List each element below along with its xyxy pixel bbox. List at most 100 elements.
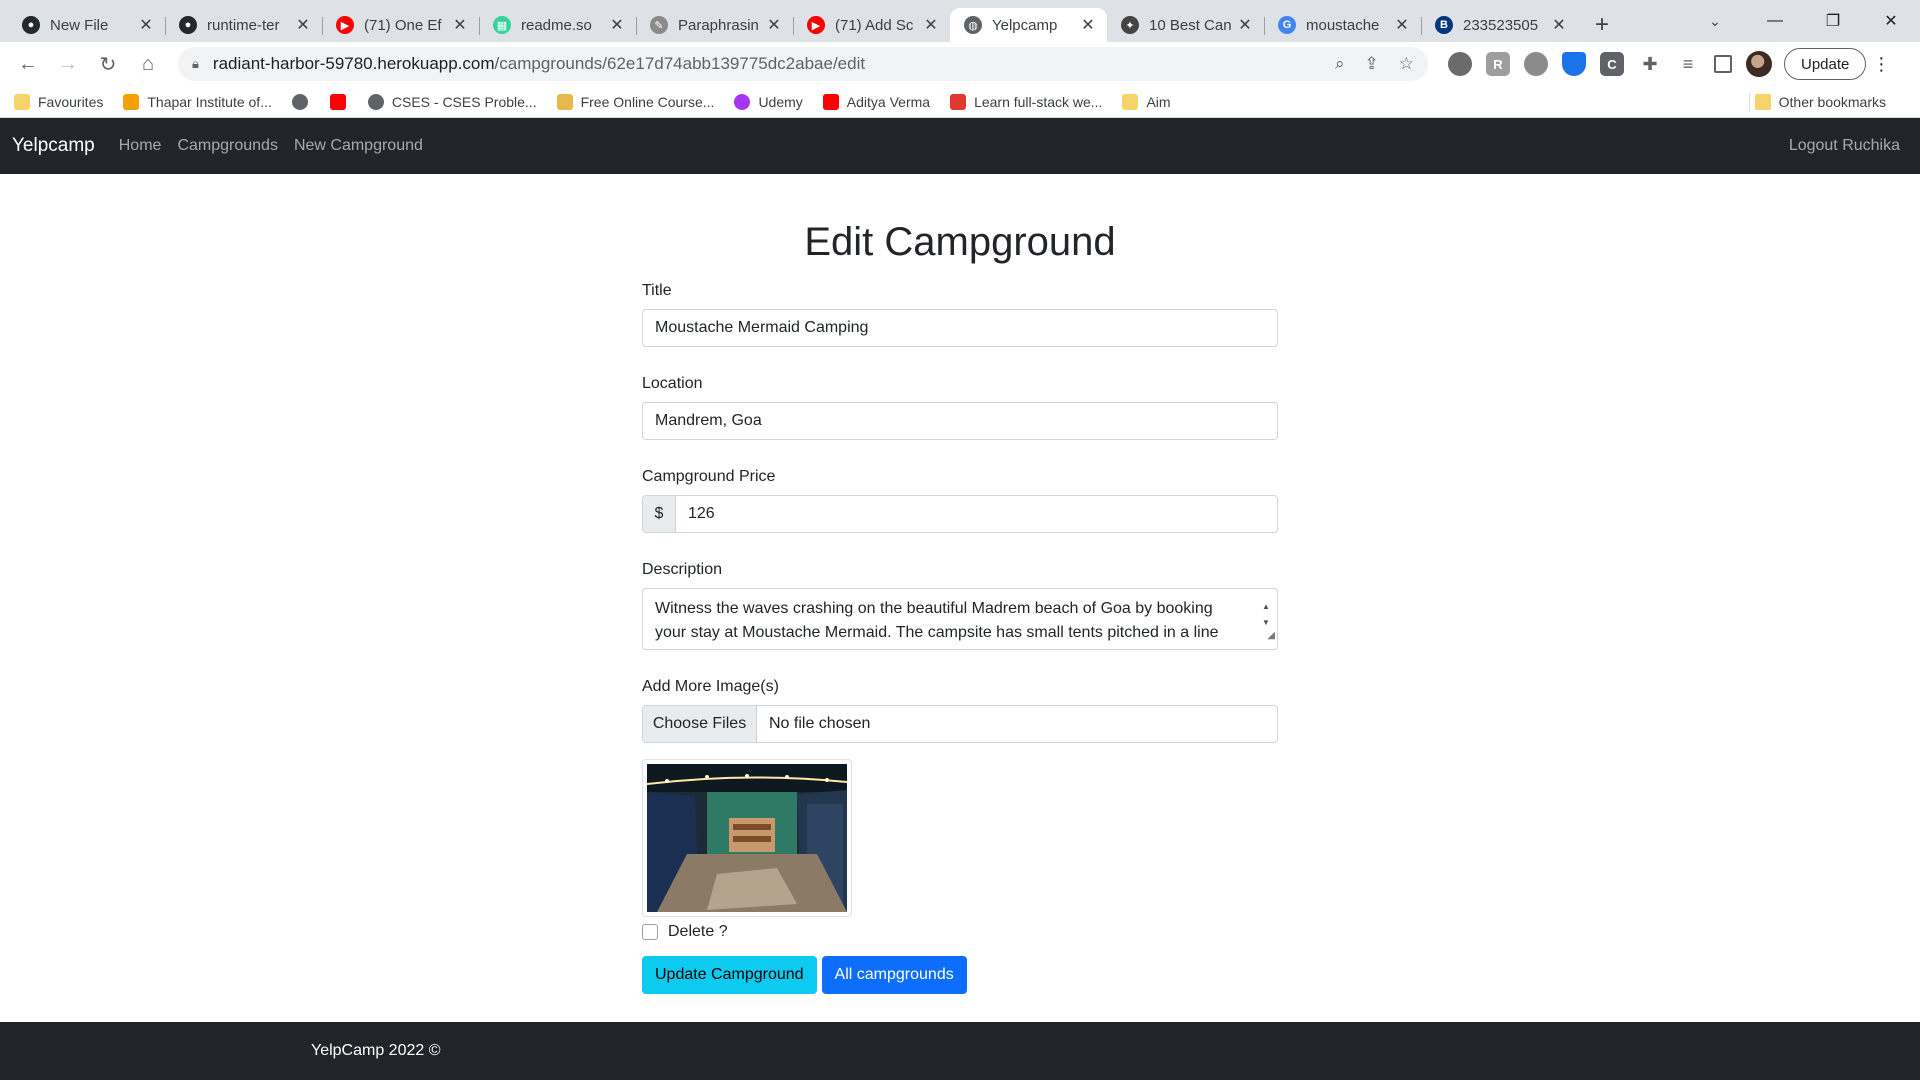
window-controls: — ❐ ✕	[1746, 0, 1920, 42]
reload-button[interactable]: ↻	[90, 46, 126, 82]
url-host: radiant-harbor-59780.herokuapp.com	[212, 54, 495, 73]
resize-handle-icon[interactable]: ◢	[1267, 624, 1275, 648]
close-tab-icon[interactable]: ✕	[1550, 15, 1568, 35]
tab-title: New File	[50, 16, 109, 34]
browser-tab[interactable]: ✦ 10 Best Can ✕	[1107, 8, 1264, 42]
bookmark-label: Aim	[1146, 93, 1171, 110]
site-footer: YelpCamp 2022 ©	[0, 1022, 1920, 1080]
close-tab-icon[interactable]: ✕	[922, 15, 940, 35]
github-icon: ●	[22, 16, 40, 34]
tab-list: ● New File ✕ ● runtime-ter ✕ ▶ (71) One Ef ✕ ▦ rea…	[8, 8, 1578, 42]
bookmark-item[interactable]	[291, 93, 316, 110]
extension-icon[interactable]: R	[1486, 52, 1510, 76]
close-tab-icon[interactable]: ✕	[1393, 15, 1411, 35]
close-tab-icon[interactable]: ✕	[608, 15, 626, 35]
bookmark-label: CSES - CSES Proble...	[391, 93, 537, 110]
update-campground-button[interactable]: Update Campground	[642, 956, 817, 994]
chrome-update-button[interactable]: Update	[1784, 48, 1867, 80]
all-campgrounds-button[interactable]: All campgrounds	[821, 956, 967, 994]
bookmark-item[interactable]: Thapar Institute of...	[123, 93, 272, 110]
site-icon: ✦	[1121, 16, 1139, 34]
star-icon[interactable]: ☆	[1399, 54, 1414, 74]
forward-button[interactable]: →	[50, 46, 86, 82]
thapar-icon	[123, 93, 140, 110]
shield-extension-icon[interactable]	[1562, 52, 1586, 76]
bookmark-item[interactable]: Free Online Course...	[556, 93, 714, 110]
brand-link[interactable]: Yelpcamp	[12, 135, 95, 157]
bookmarks-divider	[1749, 93, 1750, 111]
browser-tab[interactable]: ▶ (71) One Ef ✕	[322, 8, 479, 42]
youtube-icon	[822, 93, 839, 110]
bookmark-item[interactable]: Udemy	[734, 93, 803, 110]
menu-icon[interactable]: ⋮	[1872, 54, 1890, 75]
readme-icon: ▦	[493, 16, 511, 34]
home-button[interactable]: ⌂	[130, 46, 166, 82]
bookmark-item[interactable]	[329, 93, 354, 110]
back-button[interactable]: ←	[10, 46, 46, 82]
other-bookmarks-label: Other bookmarks	[1778, 94, 1886, 110]
bookmark-label: Favourites	[38, 93, 104, 110]
close-tab-icon[interactable]: ✕	[1079, 15, 1097, 35]
nav-new-campground[interactable]: New Campground	[294, 137, 423, 155]
extension-icon[interactable]	[1448, 52, 1472, 76]
puzzle-icon[interactable]: ✚	[1638, 52, 1662, 76]
nav-home[interactable]: Home	[119, 137, 162, 155]
description-group: Description Witness the waves crashing o…	[642, 561, 1278, 650]
close-tab-icon[interactable]: ✕	[1236, 15, 1254, 35]
title-input[interactable]: Moustache Mermaid Camping	[642, 309, 1278, 347]
browser-tab[interactable]: B 233523505 ✕	[1421, 8, 1578, 42]
tab-title: moustache	[1306, 16, 1380, 34]
tab-search-icon[interactable]: ⌄	[1700, 8, 1730, 34]
price-input[interactable]: 126	[676, 495, 1278, 533]
other-bookmarks[interactable]: Other bookmarks	[1754, 86, 1886, 118]
share-icon[interactable]: ⇪	[1365, 54, 1379, 74]
restore-button[interactable]: ❐	[1804, 0, 1862, 42]
github-icon: ●	[179, 16, 197, 34]
bookmark-item[interactable]: Favourites	[14, 93, 104, 110]
file-input[interactable]: Choose Files No file chosen	[642, 705, 1278, 743]
close-tab-icon[interactable]: ✕	[137, 15, 155, 35]
location-input[interactable]: Mandrem, Goa	[642, 402, 1278, 440]
tab-title: 233523505	[1463, 16, 1539, 34]
title-group: Title Moustache Mermaid Camping	[642, 282, 1278, 347]
bug-extension-icon[interactable]	[1524, 52, 1548, 76]
browser-tab[interactable]: ✎ Paraphrasin ✕	[636, 8, 793, 42]
youtube-icon: ▶	[807, 16, 825, 34]
browser-tab[interactable]: Gmoustache ✕	[1264, 8, 1421, 42]
reading-list-icon[interactable]: ≡	[1676, 52, 1700, 76]
footer-text: YelpCamp 2022 ©	[311, 1042, 441, 1059]
youtube-icon	[329, 93, 346, 110]
browser-tab[interactable]: ▦ readme.so ✕	[479, 8, 636, 42]
browser-tab[interactable]: ● runtime-ter ✕	[165, 8, 322, 42]
address-bar[interactable]: 🔒︎ radiant-harbor-59780.herokuapp.com/ca…	[178, 47, 1428, 81]
edit-campground-form: Title Moustache Mermaid Camping Location…	[642, 282, 1278, 994]
delete-label[interactable]: Delete ?	[668, 923, 728, 941]
booking-icon: B	[1435, 16, 1453, 34]
close-tab-icon[interactable]: ✕	[294, 15, 312, 35]
bookmark-item[interactable]: Aditya Verma	[822, 93, 930, 110]
browser-tab[interactable]: ● New File ✕	[8, 8, 165, 42]
quill-icon: ✎	[650, 16, 668, 34]
zoom-icon[interactable]: ⌕	[1335, 54, 1345, 74]
bookmark-item[interactable]: CSES - CSES Proble...	[367, 93, 537, 110]
campsite-photo	[647, 764, 847, 912]
profile-avatar[interactable]	[1746, 51, 1772, 77]
browser-tab[interactable]: ▶ (71) Add Sc ✕	[793, 8, 950, 42]
close-tab-icon[interactable]: ✕	[451, 15, 469, 35]
bookmark-item[interactable]: Aim	[1122, 93, 1171, 110]
close-window-button[interactable]: ✕	[1862, 0, 1920, 42]
extension-icon[interactable]: C	[1600, 52, 1624, 76]
logout-link[interactable]: Logout Ruchika	[1789, 137, 1900, 155]
minimize-button[interactable]: —	[1746, 0, 1804, 42]
new-tab-button[interactable]: +	[1584, 8, 1620, 42]
delete-checkbox[interactable]	[642, 924, 658, 940]
bookmark-item[interactable]: Learn full-stack we...	[950, 93, 1102, 110]
close-tab-icon[interactable]: ✕	[765, 15, 783, 35]
choose-files-button[interactable]: Choose Files	[643, 706, 757, 742]
description-textarea[interactable]: Witness the waves crashing on the beauti…	[642, 588, 1278, 650]
side-panel-icon[interactable]	[1714, 55, 1732, 73]
globe-icon: ◍	[964, 16, 982, 34]
browser-tab[interactable]: ◍ Yelpcamp ✕	[950, 8, 1107, 42]
lock-icon[interactable]: 🔒︎	[192, 56, 199, 72]
nav-campgrounds[interactable]: Campgrounds	[177, 137, 278, 155]
